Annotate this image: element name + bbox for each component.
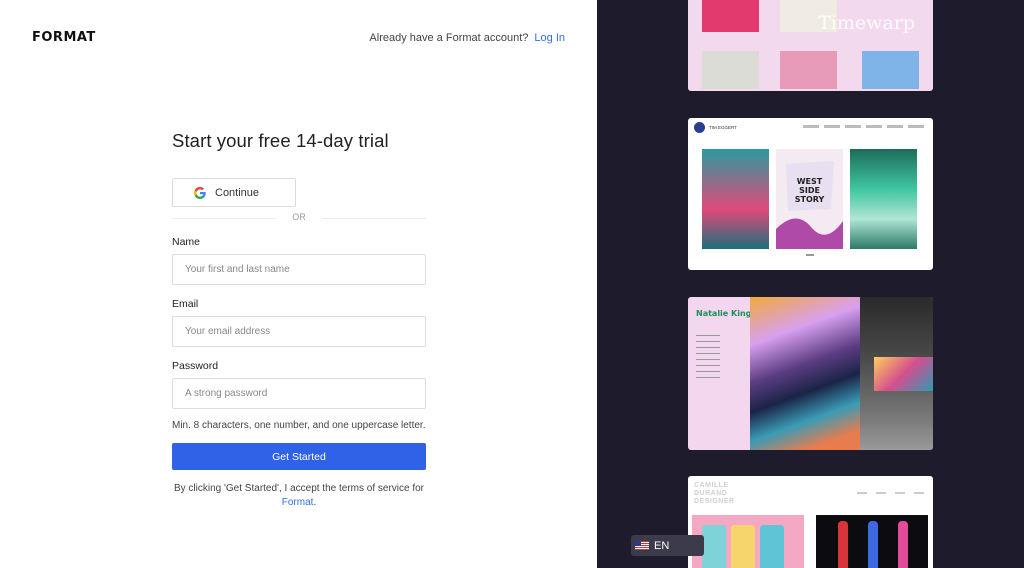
product-bottle [898, 521, 908, 568]
email-label: Email [172, 298, 199, 310]
product-bag [731, 525, 755, 568]
site-header: TIM EGGERT [694, 122, 737, 133]
site-menu [696, 335, 720, 379]
format-logo[interactable]: FORMAT [32, 30, 96, 45]
password-label: Password [172, 360, 219, 372]
portfolio-showcase: Timewarp TIM EGGERT WEST SIDE STORY Nata… [597, 0, 1024, 568]
email-input[interactable] [172, 316, 426, 347]
language-selector[interactable]: EN [631, 535, 704, 556]
photo-tile [780, 51, 837, 89]
logo-icon [694, 122, 705, 133]
or-divider: OR [172, 212, 426, 222]
showcase-title-timewarp: Timewarp [818, 12, 915, 34]
google-continue-label: Continue [215, 186, 260, 199]
password-hint: Min. 8 characters, one number, and one u… [172, 420, 426, 431]
product-bottle [868, 521, 878, 568]
us-flag-icon [635, 541, 649, 550]
product-bottle [838, 521, 848, 568]
product-bag [702, 525, 726, 568]
name-label: Name [172, 236, 201, 248]
get-started-button[interactable]: Get Started [172, 443, 426, 470]
product-bag [760, 525, 784, 568]
showcase-card-camille-durand: CAMILLE DURAND DESIGNER [688, 476, 933, 568]
showcase-card-natalie-king: Natalie King [688, 297, 933, 450]
google-continue-button[interactable]: Continue [172, 178, 296, 207]
site-name: TIM EGGERT [709, 125, 737, 130]
language-code: EN [654, 539, 670, 552]
artwork-image [750, 297, 860, 450]
password-input[interactable] [172, 378, 426, 409]
photo-tile [702, 51, 759, 89]
google-icon [194, 186, 206, 199]
carousel-dots[interactable] [806, 254, 814, 256]
terms-link[interactable]: Format [282, 497, 314, 508]
signup-panel: FORMAT Already have a Format account? Log… [0, 0, 597, 568]
login-prompt-text: Already have a Format account? [369, 32, 529, 44]
poster-aurora [850, 149, 917, 249]
poster-title: WEST SIDE STORY [794, 177, 825, 204]
page-title: Start your free 14-day trial [172, 130, 389, 151]
site-nav [803, 125, 927, 128]
gallery-wall-art [874, 357, 933, 391]
showcase-card-tim-eggert: TIM EGGERT WEST SIDE STORY [688, 118, 933, 270]
name-input[interactable] [172, 254, 426, 285]
showcase-card-timewarp: Timewarp [688, 0, 933, 91]
site-nav [857, 492, 927, 494]
signup-form: Start your free 14-day trial Continue OR… [172, 130, 426, 510]
login-link[interactable]: Log In [534, 32, 565, 44]
poster-racing [702, 149, 769, 249]
terms-sentence: By clicking 'Get Started', I accept the … [173, 483, 425, 494]
artist-name: Natalie King [696, 309, 752, 318]
terms-period: . [313, 497, 317, 508]
photo-tile [862, 51, 919, 89]
designer-title: CAMILLE DURAND DESIGNER [694, 482, 735, 505]
terms-text: By clicking 'Get Started', I accept the … [172, 482, 426, 510]
poster-west-side-story: WEST SIDE STORY [776, 149, 843, 249]
login-prompt: Already have a Format account? Log In [369, 32, 565, 44]
photo-tile [702, 0, 759, 32]
